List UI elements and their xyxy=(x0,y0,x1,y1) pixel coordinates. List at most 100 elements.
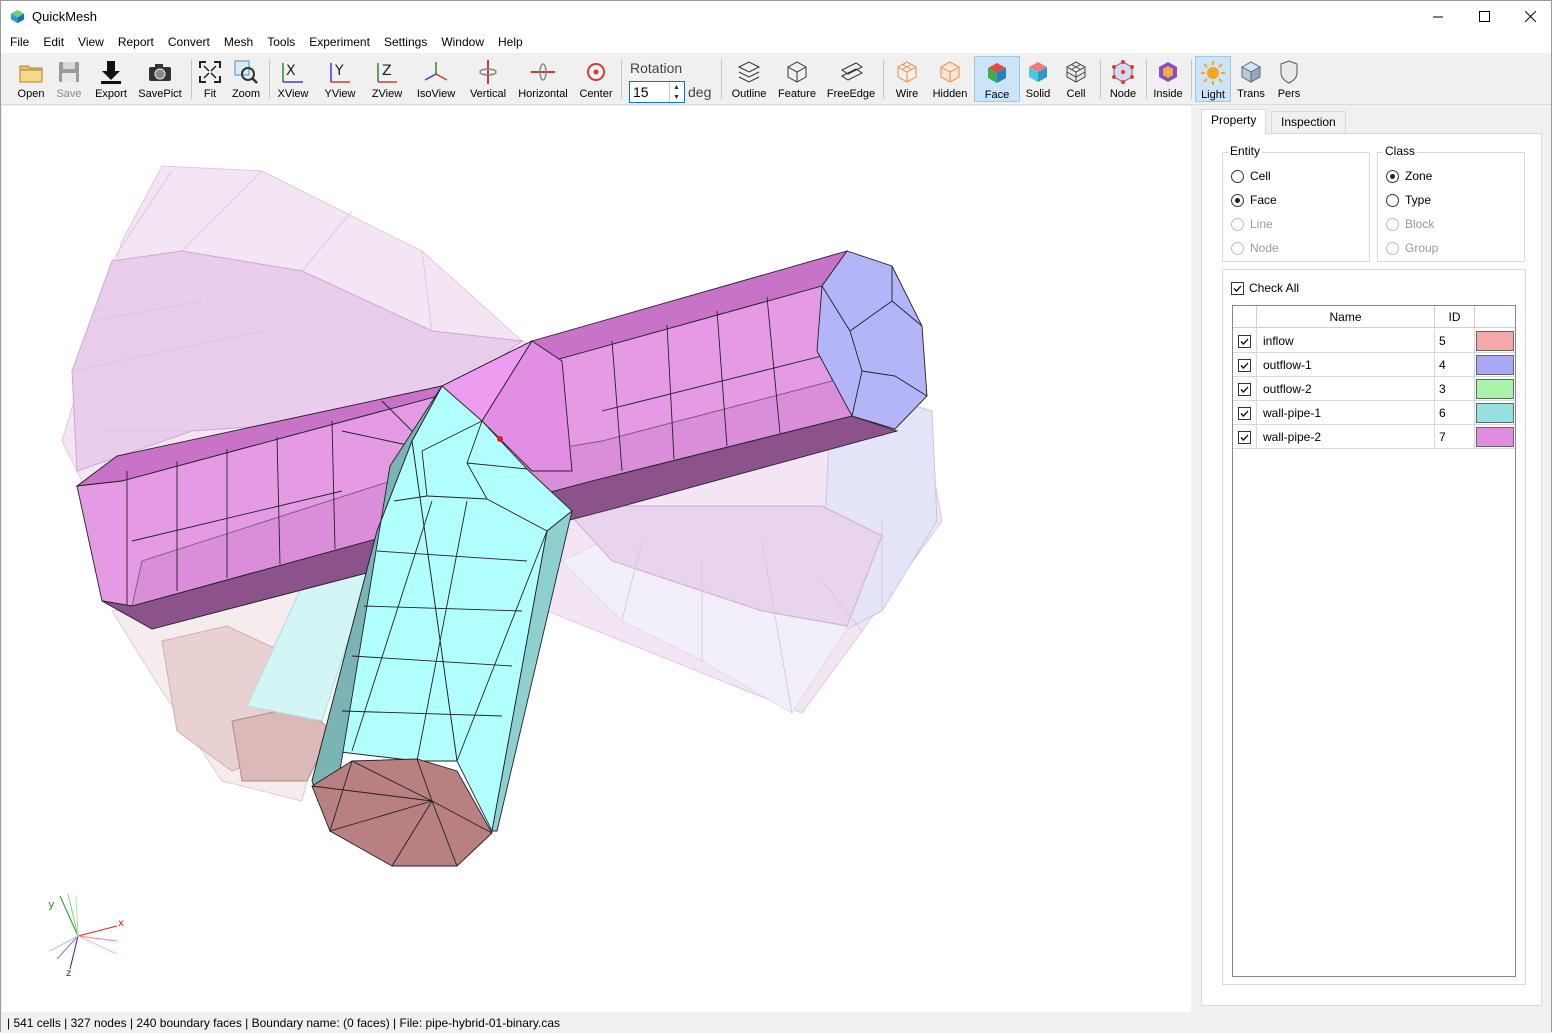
outline-button[interactable]: Outline xyxy=(728,56,770,102)
menu-convert[interactable]: Convert xyxy=(161,32,217,53)
free-edge-icon xyxy=(841,62,863,81)
checkbox-checked[interactable] xyxy=(1238,358,1251,372)
property-panel: Property Inspection Entity Cell Face Lin… xyxy=(1197,109,1549,1012)
vertical-rotate-button[interactable]: Vertical xyxy=(467,56,509,102)
table-row[interactable]: wall-pipe-1 6 xyxy=(1233,401,1515,425)
zoom-label: Zoom xyxy=(231,88,261,100)
class-group-radio[interactable]: Group xyxy=(1386,241,1438,255)
wire-button[interactable]: Wire xyxy=(889,56,925,102)
menu-view[interactable]: View xyxy=(71,32,111,53)
table-row[interactable]: wall-pipe-2 7 xyxy=(1233,425,1515,449)
entity-cell-radio[interactable]: Cell xyxy=(1231,169,1271,183)
entity-face-radio[interactable]: Face xyxy=(1231,193,1277,207)
face-button[interactable]: Face xyxy=(974,56,1020,102)
maximize-button[interactable] xyxy=(1461,1,1507,32)
zone-id-cell: 4 xyxy=(1435,353,1475,377)
menu-file[interactable]: File xyxy=(1,32,36,53)
cell-button[interactable]: Cell xyxy=(1059,56,1093,102)
mesh-viewport[interactable]: y x z xyxy=(2,106,1191,1012)
checkbox-checked[interactable] xyxy=(1238,406,1251,420)
checkmark-icon xyxy=(1240,362,1249,369)
tab-property[interactable]: Property xyxy=(1201,109,1267,134)
check-all-checkbox[interactable]: Check All xyxy=(1231,281,1299,295)
solid-button[interactable]: Solid xyxy=(1021,56,1055,102)
center-button[interactable]: Center xyxy=(576,56,616,102)
menu-mesh[interactable]: Mesh xyxy=(217,32,260,53)
zview-button[interactable]: Z ZView xyxy=(368,56,406,102)
header-name[interactable]: Name xyxy=(1257,306,1435,328)
row-checkbox-cell[interactable] xyxy=(1233,353,1257,377)
entity-node-radio[interactable]: Node xyxy=(1231,241,1279,255)
close-button[interactable] xyxy=(1507,1,1552,32)
menu-experiment[interactable]: Experiment xyxy=(302,32,377,53)
open-button[interactable]: Open xyxy=(13,56,49,102)
table-row[interactable]: inflow 5 xyxy=(1233,329,1515,353)
save-button[interactable]: Save xyxy=(51,56,87,102)
yview-button[interactable]: Y YView xyxy=(321,56,359,102)
node-points-icon xyxy=(1112,60,1134,84)
fit-screen-icon xyxy=(199,61,221,83)
fit-button[interactable]: Fit xyxy=(195,56,225,102)
isoview-button[interactable]: IsoView xyxy=(414,56,458,102)
export-button[interactable]: Export xyxy=(91,56,131,102)
xview-button[interactable]: X XView xyxy=(274,56,312,102)
menu-help[interactable]: Help xyxy=(491,32,530,53)
checkbox-checked[interactable] xyxy=(1238,382,1251,396)
zone-name-cell: outflow-1 xyxy=(1257,353,1435,377)
zone-color-swatch[interactable] xyxy=(1476,379,1514,399)
header-id[interactable]: ID xyxy=(1435,306,1475,328)
mesh-render[interactable]: y x z xyxy=(2,106,1191,1012)
header-check-column xyxy=(1233,306,1257,328)
checkbox-checked[interactable] xyxy=(1238,334,1251,348)
window-title: QuickMesh xyxy=(32,9,98,24)
entity-line-radio[interactable]: Line xyxy=(1231,217,1273,231)
zone-color-swatch[interactable] xyxy=(1476,331,1514,351)
row-checkbox-cell[interactable] xyxy=(1233,425,1257,449)
menu-report[interactable]: Report xyxy=(111,32,161,53)
z-view-axis-icon: Z xyxy=(377,63,397,83)
row-checkbox-cell[interactable] xyxy=(1233,329,1257,353)
inside-button[interactable]: Inside xyxy=(1150,56,1186,102)
status-text: | 541 cells | 327 nodes | 240 boundary f… xyxy=(7,1016,560,1030)
rotation-spinner[interactable]: ▲ ▼ xyxy=(669,82,683,102)
node-button[interactable]: Node xyxy=(1105,56,1141,102)
menu-edit[interactable]: Edit xyxy=(36,32,71,53)
zone-color-swatch[interactable] xyxy=(1476,403,1514,423)
savepict-button[interactable]: SavePict xyxy=(137,56,183,102)
tab-inspection[interactable]: Inspection xyxy=(1271,111,1346,133)
menu-settings[interactable]: Settings xyxy=(377,32,434,53)
row-checkbox-cell[interactable] xyxy=(1233,401,1257,425)
hidden-button[interactable]: Hidden xyxy=(930,56,970,102)
pers-button[interactable]: Pers xyxy=(1271,56,1307,102)
header-color-column xyxy=(1475,306,1517,328)
freeedge-button[interactable]: FreeEdge xyxy=(824,56,878,102)
feature-button[interactable]: Feature xyxy=(775,56,819,102)
zone-color-swatch[interactable] xyxy=(1476,427,1514,447)
class-block-radio[interactable]: Block xyxy=(1386,217,1434,231)
checkmark-icon xyxy=(1240,338,1249,345)
vertical-rotate-icon xyxy=(479,60,497,84)
freeedge-label: FreeEdge xyxy=(826,88,876,100)
trans-button[interactable]: Trans xyxy=(1233,56,1269,102)
close-icon xyxy=(1524,11,1536,22)
inside-label: Inside xyxy=(1153,88,1183,100)
axis-x-label: x xyxy=(118,918,124,929)
menu-window[interactable]: Window xyxy=(434,32,491,53)
minimize-button[interactable] xyxy=(1415,1,1461,32)
table-row[interactable]: outflow-1 4 xyxy=(1233,353,1515,377)
class-zone-radio[interactable]: Zone xyxy=(1386,169,1432,183)
zone-color-swatch[interactable] xyxy=(1476,355,1514,375)
row-checkbox-cell[interactable] xyxy=(1233,377,1257,401)
checkbox-checked[interactable] xyxy=(1238,430,1251,444)
zoom-button[interactable]: Zoom xyxy=(229,56,263,102)
class-type-radio[interactable]: Type xyxy=(1386,193,1431,207)
checkbox-checked xyxy=(1231,281,1244,295)
perspective-shield-icon xyxy=(1280,60,1298,84)
table-row[interactable]: outflow-2 3 xyxy=(1233,377,1515,401)
menu-tools[interactable]: Tools xyxy=(260,32,302,53)
horizontal-rotate-button[interactable]: Horizontal xyxy=(516,56,570,102)
spin-up-icon[interactable]: ▲ xyxy=(670,82,683,92)
light-button[interactable]: Light xyxy=(1195,56,1231,102)
spin-down-icon[interactable]: ▼ xyxy=(670,92,683,102)
floppy-disk-icon xyxy=(59,62,79,82)
